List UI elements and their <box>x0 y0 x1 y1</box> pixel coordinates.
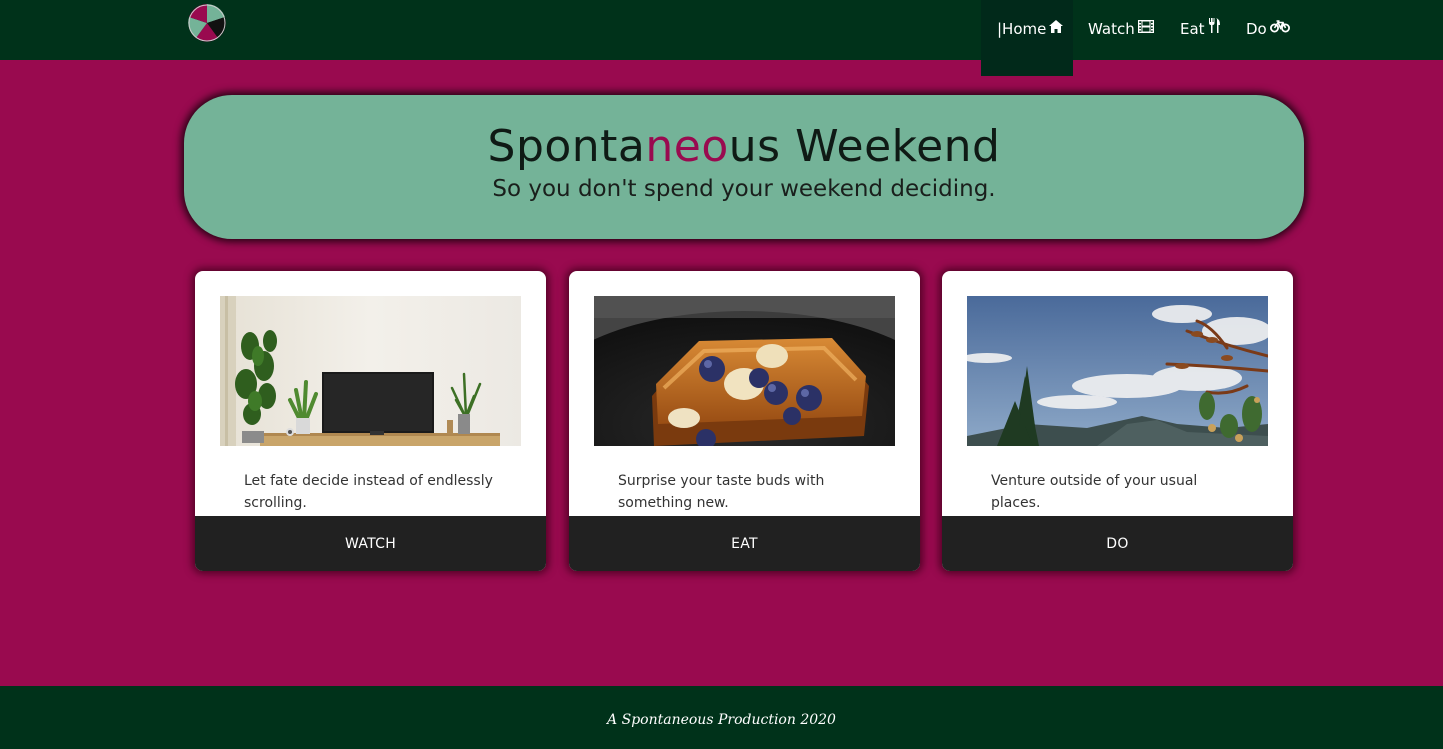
do-button[interactable]: DO <box>942 516 1293 571</box>
page-subtitle: So you don't spend your weekend deciding… <box>492 176 996 202</box>
nav-eat-label: Eat <box>1180 20 1205 38</box>
page-title: Spontaneous Weekend <box>184 121 1304 172</box>
utensils-icon <box>1208 0 1220 57</box>
eat-card: Surprise your taste buds with something … <box>569 271 920 571</box>
watch-button[interactable]: WATCH <box>195 516 546 571</box>
title-part-1: Sponta <box>487 121 646 172</box>
nav-do-link[interactable]: Do <box>1246 0 1290 60</box>
title-part-2: us Weekend <box>728 121 1001 172</box>
do-card: Venture outside of your usual places. DO <box>942 271 1293 571</box>
nav-watch-label: Watch <box>1088 20 1135 38</box>
nav-watch-link[interactable]: Watch <box>1088 0 1154 60</box>
footer-credit: A Spontaneous Production 2020 <box>607 712 836 728</box>
outdoor-landscape-image <box>967 296 1268 446</box>
page-footer: A Spontaneous Production 2020 <box>0 686 1443 749</box>
top-navbar: |Home Watch Eat Do <box>0 0 1443 76</box>
film-icon <box>1137 0 1154 57</box>
french-toast-image <box>594 296 895 446</box>
watch-card: Let fate decide instead of endlessly scr… <box>195 271 546 571</box>
spinner-wheel-logo[interactable] <box>188 4 226 42</box>
watch-card-text: Let fate decide instead of endlessly scr… <box>244 473 493 511</box>
bicycle-icon <box>1269 0 1290 57</box>
living-room-tv-image <box>220 296 521 446</box>
nav-do-label: Do <box>1246 20 1267 38</box>
nav-home-label: |Home <box>997 20 1047 38</box>
nav-eat-link[interactable]: Eat <box>1180 0 1220 60</box>
eat-card-text: Surprise your taste buds with something … <box>618 473 825 511</box>
home-icon <box>1049 0 1064 57</box>
do-card-text: Venture outside of your usual places. <box>991 473 1198 511</box>
hero-banner: Spontaneous Weekend So you don't spend y… <box>184 95 1304 239</box>
eat-button[interactable]: EAT <box>569 516 920 571</box>
nav-home-link[interactable]: |Home <box>981 0 1073 76</box>
title-accent: neo <box>645 121 729 172</box>
